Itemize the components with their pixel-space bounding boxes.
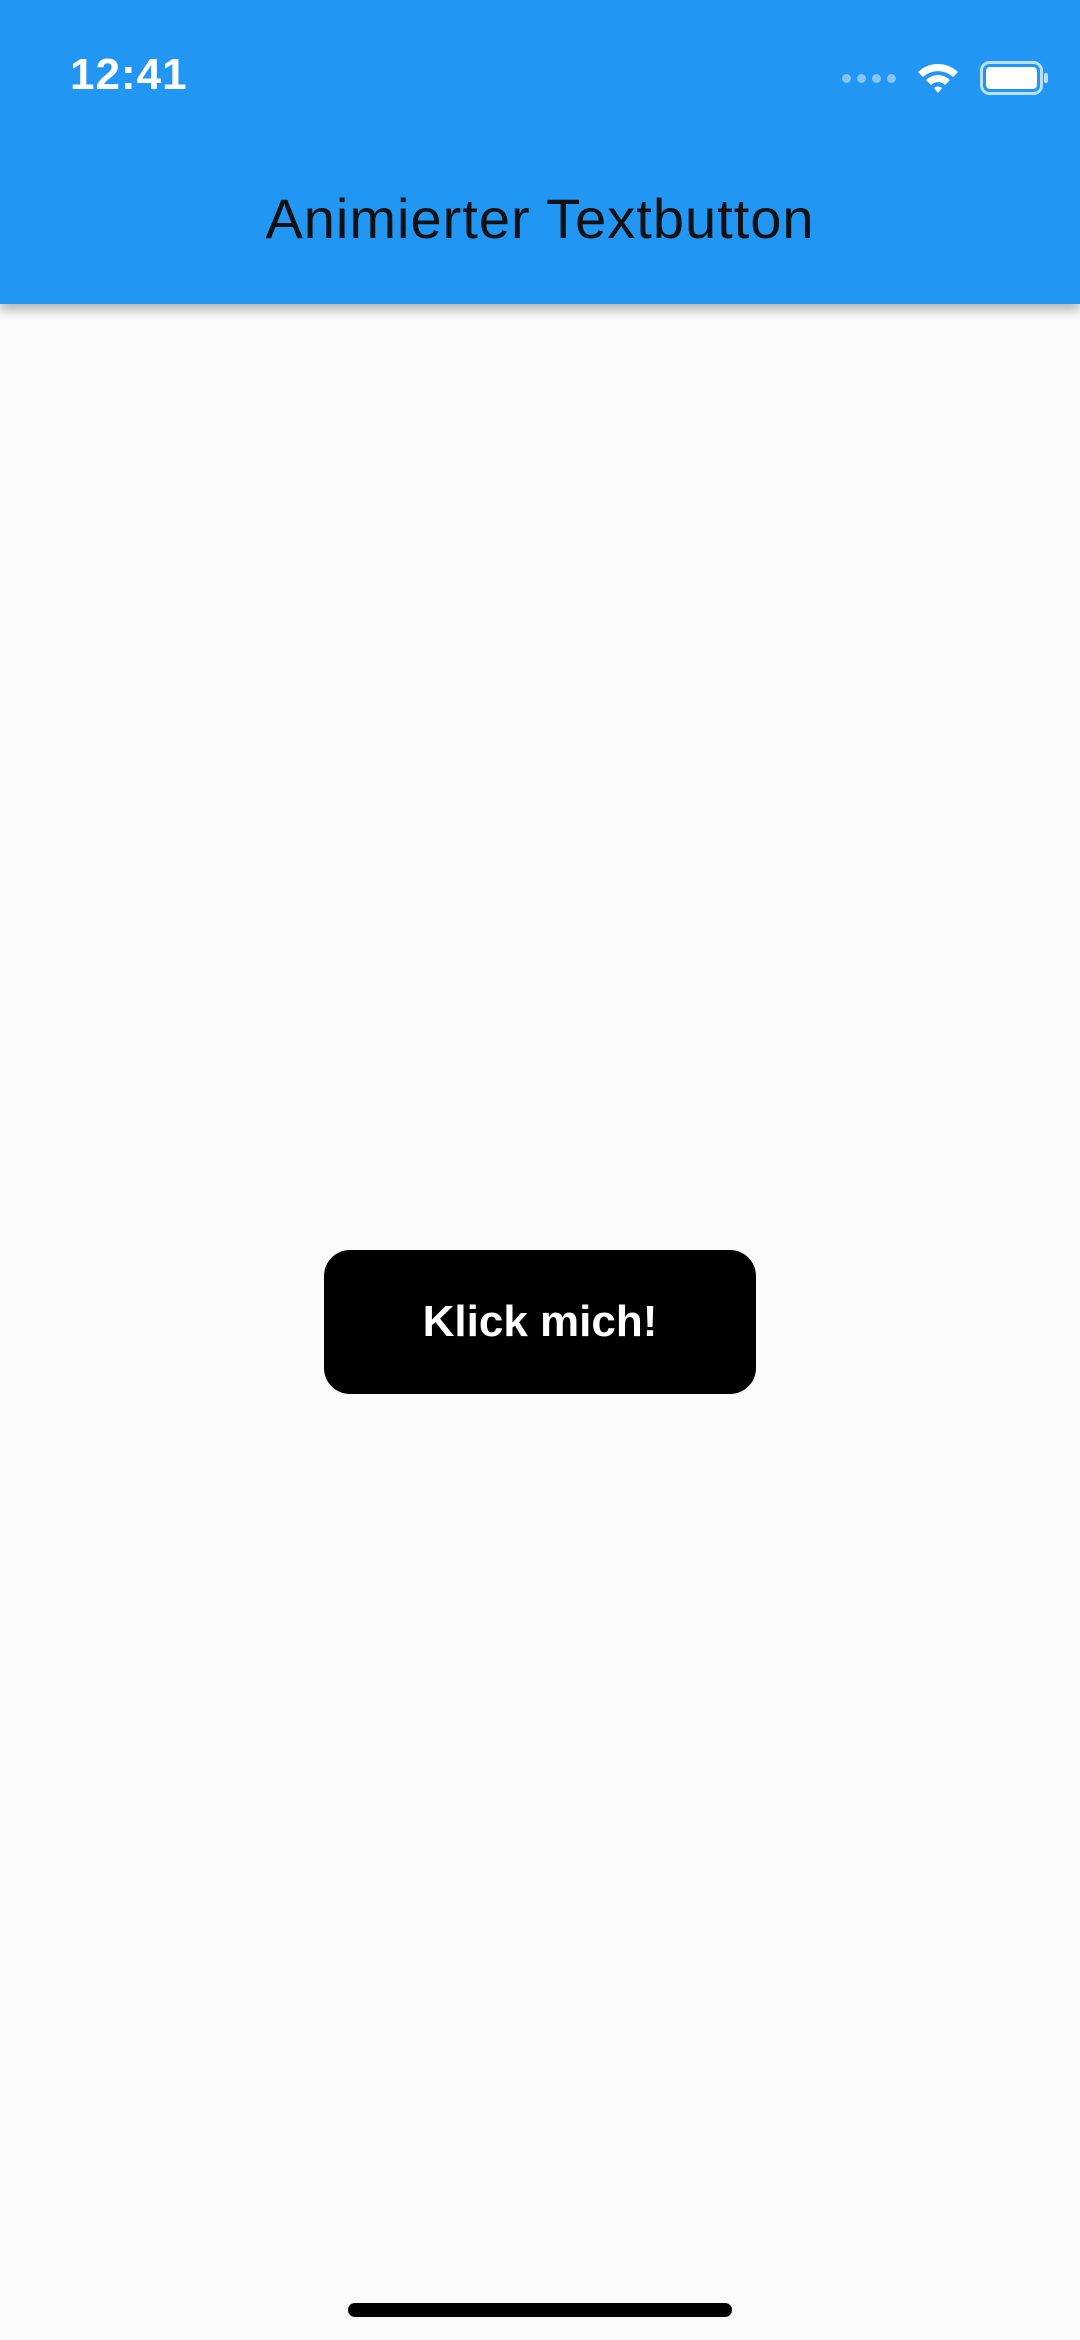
- status-time: 12:41: [70, 50, 188, 99]
- cellular-signal-icon: [842, 73, 896, 83]
- status-bar: 12:41: [0, 0, 1080, 160]
- app-bar: 12:41 Animierter Textbutton: [0, 0, 1080, 304]
- battery-icon: [980, 61, 1048, 95]
- app-screen: 12:41 Animierter Textbutton Klick mich!: [0, 0, 1080, 2340]
- page-title: Animierter Textbutton: [265, 187, 815, 250]
- klick-mich-button[interactable]: Klick mich!: [324, 1250, 756, 1394]
- wifi-icon: [918, 64, 958, 93]
- status-icons: [842, 58, 1050, 98]
- home-indicator[interactable]: [348, 2303, 732, 2317]
